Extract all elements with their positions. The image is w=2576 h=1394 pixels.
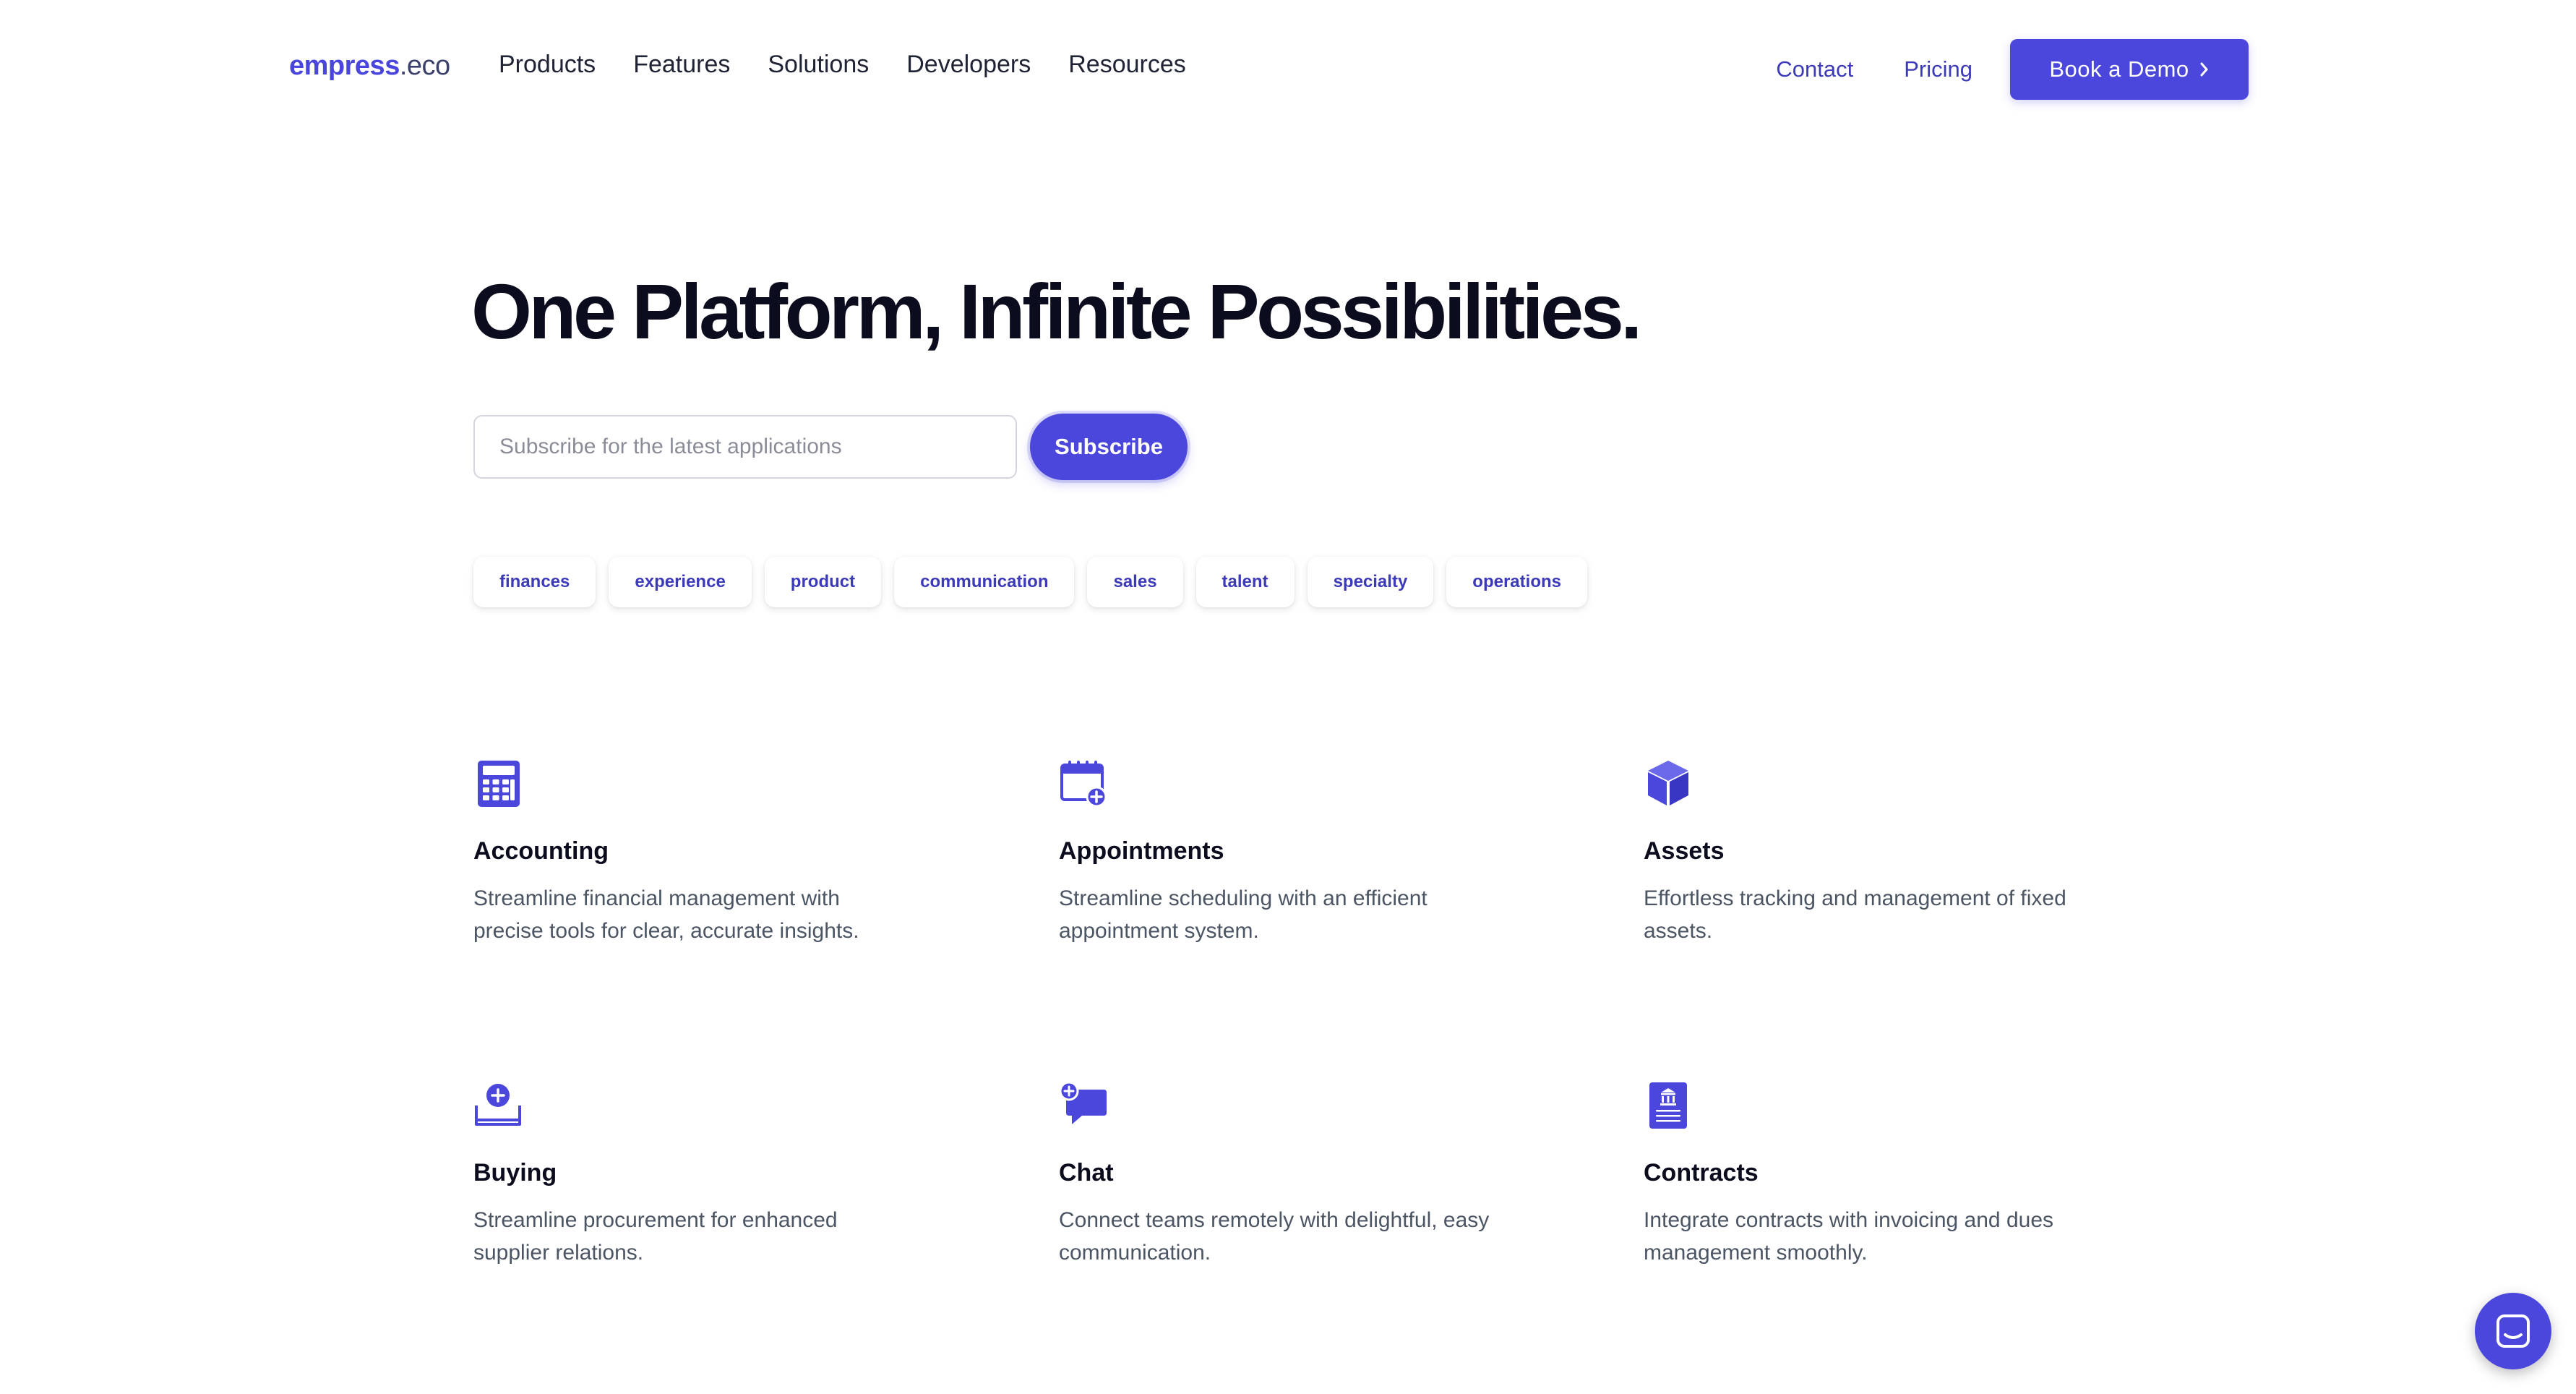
cube-icon — [1648, 761, 1688, 805]
nav-developers[interactable]: Developers — [906, 51, 1031, 79]
feature-description: Streamline financial management with pre… — [473, 886, 859, 943]
tag-finances[interactable]: finances — [473, 557, 596, 607]
book-demo-button[interactable]: Book a Demo — [2010, 39, 2249, 100]
feature-title: Assets — [1644, 837, 1725, 865]
calculator-icon — [478, 761, 520, 807]
feature-description: Connect teams remotely with delightful, … — [1059, 1208, 1490, 1265]
tag-experience[interactable]: experience — [609, 557, 752, 607]
feature-title: Accounting — [473, 837, 609, 865]
tag-sales[interactable]: sales — [1087, 557, 1183, 607]
feature-description: Streamline scheduling with an efficient … — [1059, 886, 1427, 943]
feature-title: Contracts — [1644, 1159, 1759, 1186]
nav-solutions[interactable]: Solutions — [768, 51, 869, 79]
logo[interactable]: empress.eco — [289, 51, 450, 82]
chat-widget-button[interactable] — [2475, 1293, 2551, 1369]
contract-document-icon — [1649, 1082, 1687, 1129]
inbox-add-icon — [475, 1084, 521, 1126]
logo-tld: .eco — [399, 51, 450, 81]
chevron-right-icon — [2200, 62, 2208, 77]
main-nav: Products Features Solutions Developers R… — [499, 51, 1186, 79]
feature-title: Chat — [1059, 1159, 1114, 1186]
header-actions: Contact Pricing Book a Demo — [1776, 39, 2249, 100]
tag-talent[interactable]: talent — [1195, 557, 1295, 607]
subscribe-form: Subscribe — [473, 414, 1188, 480]
calendar-add-icon — [1060, 761, 1107, 808]
feature-description: Integrate contracts with invoicing and d… — [1644, 1208, 2053, 1265]
nav-products[interactable]: Products — [499, 51, 596, 79]
feature-title: Appointments — [1059, 837, 1224, 865]
subscribe-button[interactable]: Subscribe — [1030, 414, 1188, 480]
book-demo-label: Book a Demo — [2049, 56, 2189, 82]
tag-product[interactable]: product — [764, 557, 882, 607]
logo-brand: empress — [289, 51, 400, 81]
feature-description: Effortless tracking and management of fi… — [1644, 886, 2066, 943]
tag-operations[interactable]: operations — [1446, 557, 1587, 607]
chat-add-icon — [1059, 1081, 1107, 1124]
tag-specialty[interactable]: specialty — [1307, 557, 1434, 607]
category-tags: finances experience product communicatio… — [473, 557, 1587, 607]
nav-features[interactable]: Features — [633, 51, 730, 79]
contact-link[interactable]: Contact — [1776, 56, 1853, 82]
tag-communication[interactable]: communication — [894, 557, 1075, 607]
page-title: One Platform, Infinite Possibilities. — [471, 268, 1642, 355]
feature-title: Buying — [473, 1159, 557, 1186]
pricing-link[interactable]: Pricing — [1904, 56, 1972, 82]
feature-description: Streamline procurement for enhanced supp… — [473, 1208, 838, 1265]
chat-widget-icon — [2496, 1314, 2530, 1348]
site-header: empress.eco Products Features Solutions … — [0, 0, 2576, 137]
nav-resources[interactable]: Resources — [1068, 51, 1186, 79]
subscribe-email-input[interactable] — [473, 415, 1017, 479]
